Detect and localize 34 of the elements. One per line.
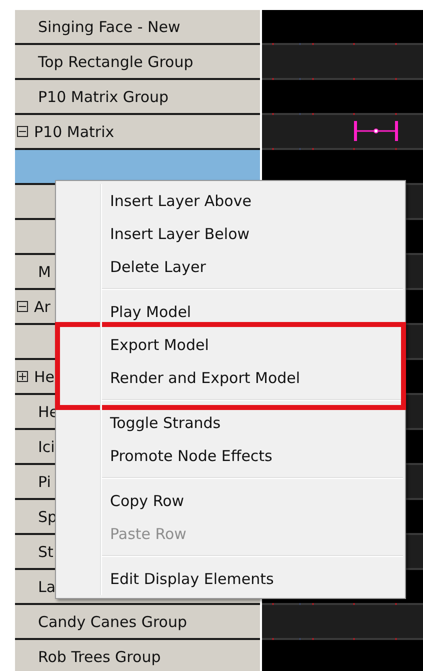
layer-row[interactable]	[15, 150, 260, 183]
menu-item[interactable]: Edit Display Elements	[56, 562, 405, 595]
menu-item[interactable]: Insert Layer Above	[56, 184, 405, 217]
layer-name: M	[38, 262, 51, 280]
layer-row[interactable]: Candy Canes Group	[15, 605, 260, 638]
collapse-icon[interactable]	[17, 126, 28, 137]
layer-name: He	[34, 368, 55, 386]
layer-name: P10 Matrix Group	[38, 88, 169, 106]
layer-name: Top Rectangle Group	[38, 52, 194, 70]
layer-name: Rob Trees Group	[38, 648, 161, 666]
menu-item[interactable]: Insert Layer Below	[56, 217, 405, 250]
menu-item[interactable]: Copy Row	[56, 484, 405, 517]
layer-row[interactable]: P10 Matrix	[15, 115, 260, 148]
layer-name: St	[38, 542, 54, 560]
layer-row[interactable]: Rob Trees Group	[15, 640, 260, 671]
collapse-icon[interactable]	[17, 301, 28, 312]
expand-icon[interactable]	[17, 371, 28, 382]
layer-name: P10 Matrix	[34, 122, 114, 140]
menu-item[interactable]: Play Model	[56, 295, 405, 328]
layer-name: Ar	[34, 298, 50, 316]
layer-name: La	[38, 578, 56, 596]
menu-item[interactable]: Toggle Strands	[56, 406, 405, 439]
menu-item[interactable]: Render and Export Model	[56, 361, 405, 394]
layer-name: Singing Face - New	[38, 18, 180, 36]
layer-row[interactable]: P10 Matrix Group	[15, 80, 260, 113]
menu-item[interactable]: Promote Node Effects	[56, 439, 405, 472]
menu-item[interactable]: Export Model	[56, 328, 405, 361]
menu-item[interactable]: Delete Layer	[56, 250, 405, 283]
layer-row[interactable]: Top Rectangle Group	[15, 45, 260, 78]
layer-name: Candy Canes Group	[38, 612, 187, 630]
effect-marker[interactable]	[354, 121, 398, 141]
layer-row[interactable]: Singing Face - New	[15, 10, 260, 43]
layer-name: Ici	[38, 438, 55, 456]
layer-name: Pi	[38, 472, 51, 490]
